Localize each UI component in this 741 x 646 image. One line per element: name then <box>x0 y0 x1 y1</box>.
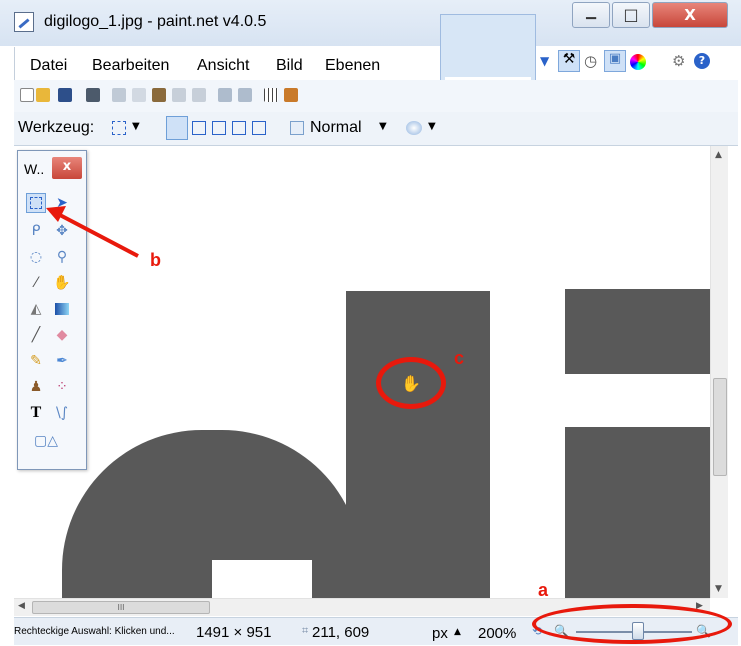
settings-icon[interactable]: ⚙ <box>672 52 685 70</box>
annotation-circle-c <box>376 357 446 409</box>
menu-ebenen[interactable]: Ebenen <box>325 57 380 75</box>
pan-tool-icon[interactable]: ✋ <box>52 273 72 293</box>
window-title: digilogo_1.jpg - paint.net v4.0.5 <box>44 13 267 30</box>
utility-icons: ▼ ⚒ ◷ ▣ ⚙ ? <box>538 50 738 74</box>
selection-mode-union-icon[interactable] <box>192 121 206 135</box>
help-icon[interactable]: ? <box>694 53 710 69</box>
dropdown-arrow-icon[interactable]: ▼ <box>379 121 387 132</box>
logo-d-counter <box>212 560 312 598</box>
recolor-tool-icon[interactable]: ⁘ <box>52 377 72 397</box>
close-button[interactable]: X <box>652 2 728 28</box>
rect-select-tool-dropdown-icon[interactable] <box>112 121 126 135</box>
magic-wand-tool-icon[interactable]: ⁄ <box>26 273 46 293</box>
antialias-icon[interactable] <box>406 121 422 135</box>
logo-letter-i-dot <box>565 289 710 374</box>
dropdown-arrow-icon[interactable]: ▼ <box>132 121 140 132</box>
print-icon[interactable] <box>86 88 100 102</box>
tool-label: Werkzeug: <box>18 119 95 136</box>
text-tool-icon[interactable]: T <box>26 403 46 423</box>
tools-window-close-button[interactable]: x <box>52 157 82 179</box>
dropdown-arrow-icon[interactable]: ▼ <box>540 54 549 68</box>
redo-icon[interactable] <box>238 88 252 102</box>
title-bar: digilogo_1.jpg - paint.net v4.0.5 ▁ □ X <box>0 0 741 46</box>
menu-datei[interactable]: Datei <box>30 57 67 75</box>
tool-options-bar: Werkzeug: ▼ Normal ▼ ▼ <box>14 112 738 146</box>
open-file-icon[interactable] <box>36 88 50 102</box>
menu-bearbeiten[interactable]: Bearbeiten <box>92 57 169 75</box>
color-picker-tool-icon[interactable]: ✒ <box>52 351 72 371</box>
horizontal-scroll-thumb[interactable]: III <box>32 601 210 614</box>
logo-letter-d-stem <box>346 291 490 598</box>
zoom-level[interactable]: 200% <box>478 625 516 642</box>
paint-bucket-tool-icon[interactable]: ◭ <box>26 299 46 319</box>
status-hint: Rechteckige Auswahl: Klicken und... <box>14 626 175 637</box>
copy-icon[interactable] <box>132 88 146 102</box>
paste-icon[interactable] <box>152 88 166 102</box>
scroll-left-icon[interactable]: ◀ <box>18 601 25 611</box>
main-toolbar <box>14 80 738 112</box>
minimize-button[interactable]: ▁ <box>572 2 610 28</box>
selection-mode-invert-icon[interactable] <box>252 121 266 135</box>
grid-icon[interactable] <box>264 88 278 102</box>
layers-icon[interactable]: ▣ <box>604 50 626 72</box>
menu-ansicht[interactable]: Ansicht <box>197 57 249 75</box>
line-curve-tool-icon[interactable]: \∫ <box>52 403 72 423</box>
annotation-label-c: c <box>454 348 465 368</box>
units-select[interactable]: px <box>432 625 448 642</box>
menu-bild[interactable]: Bild <box>276 57 303 75</box>
annotation-arrow-b <box>46 206 139 258</box>
deselect-icon[interactable] <box>192 88 206 102</box>
logo-letter-i-stem <box>565 427 710 598</box>
cursor-position: 211, 609 <box>312 624 370 641</box>
annotation-label-a: a <box>538 580 549 600</box>
annotation-ellipse-a <box>532 604 732 644</box>
colors-icon[interactable] <box>630 54 646 70</box>
eraser-tool-icon[interactable]: ◆ <box>52 325 72 345</box>
scroll-up-icon[interactable]: ▲ <box>715 150 722 160</box>
gradient-tool-icon[interactable] <box>52 299 72 319</box>
clone-stamp-tool-icon[interactable]: ♟ <box>26 377 46 397</box>
app-icon <box>14 12 34 32</box>
image-size: 1491 × 951 <box>196 624 272 641</box>
paintbrush-tool-icon[interactable]: ╱ <box>26 325 46 345</box>
maximize-button[interactable]: □ <box>612 2 650 28</box>
cut-icon[interactable] <box>112 88 126 102</box>
selection-mode-replace-icon[interactable] <box>166 116 188 140</box>
tools-window-title: W.. <box>24 161 45 177</box>
history-icon[interactable]: ◷ <box>584 52 597 70</box>
dropdown-arrow-icon[interactable]: ▼ <box>428 121 436 132</box>
blend-mode-icon <box>290 121 304 135</box>
shapes-tool-icon[interactable]: ▢△ <box>30 431 62 451</box>
save-icon[interactable] <box>58 88 72 102</box>
annotation-label-b: b <box>150 250 161 270</box>
dropdown-arrow-icon[interactable]: ▲ <box>454 627 461 637</box>
blend-mode-select[interactable]: Normal <box>310 119 362 137</box>
crop-icon[interactable] <box>172 88 186 102</box>
pencil-tool-icon[interactable]: ✎ <box>26 351 46 371</box>
selection-mode-intersect-icon[interactable] <box>232 121 246 135</box>
ruler-icon[interactable] <box>284 88 298 102</box>
vertical-scroll-thumb[interactable] <box>713 378 727 476</box>
tools-toggle-icon[interactable]: ⚒ <box>558 50 580 72</box>
selection-mode-exclude-icon[interactable] <box>212 121 226 135</box>
cursor-position-icon: ⌗ <box>302 624 309 637</box>
new-file-icon[interactable] <box>20 88 34 102</box>
undo-icon[interactable] <box>218 88 232 102</box>
vertical-scrollbar[interactable]: ▲ ▼ <box>710 146 728 598</box>
scroll-down-icon[interactable]: ▼ <box>715 584 722 594</box>
